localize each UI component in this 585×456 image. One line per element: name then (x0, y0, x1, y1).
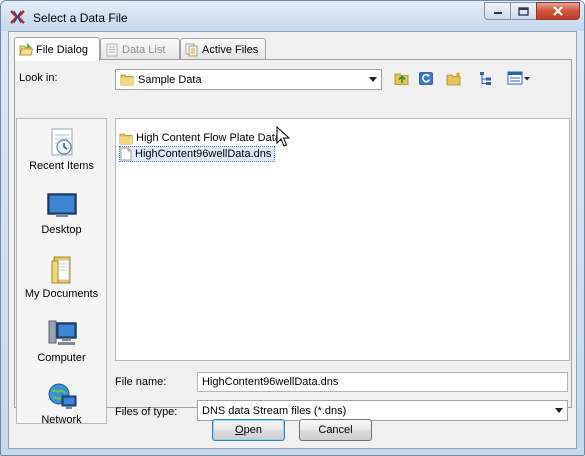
cancel-button[interactable]: Cancel (299, 419, 372, 441)
place-recent-items[interactable]: Recent Items (17, 127, 106, 189)
open-button-mnemonic: O (235, 424, 244, 436)
close-button[interactable] (536, 2, 580, 20)
file-type-label: Files of type: (115, 406, 178, 418)
list-item-file[interactable]: HighContent96wellData.dns (119, 146, 276, 162)
place-network-label: Network (41, 414, 82, 426)
file-dialog-panel: Look in: Sample Data Recent Items Deskto… (14, 59, 572, 426)
place-desktop-label: Desktop (41, 224, 82, 236)
active-files-icon (185, 43, 198, 56)
close-icon (553, 6, 563, 16)
my-documents-icon (51, 256, 70, 284)
minimize-button[interactable] (484, 2, 511, 20)
window-title: Select a Data File (33, 11, 128, 25)
file-type-dropdown[interactable]: DNS data Stream files (*.dns) (197, 400, 568, 421)
look-in-value: Sample Data (138, 73, 202, 86)
tab-active-files[interactable]: Active Files (180, 38, 266, 60)
folder-icon (119, 133, 133, 144)
place-computer[interactable]: Computer (17, 319, 106, 381)
tab-data-list[interactable]: Data List (100, 38, 180, 60)
file-name-value: HighContent96wellData.dns (202, 376, 339, 388)
place-my-documents-label: My Documents (24, 288, 99, 300)
cancel-button-label: Cancel (318, 424, 353, 436)
file-type-value: DNS data Stream files (*.dns) (202, 404, 347, 417)
places-bar: Recent Items Desktop My Documents Comput… (16, 118, 107, 426)
place-recent-items-label: Recent Items (29, 160, 94, 172)
tree-view-button[interactable] (476, 68, 496, 88)
tab-file-dialog[interactable]: File Dialog (14, 37, 100, 61)
file-type-arrow[interactable] (550, 401, 567, 420)
look-in-dropdown[interactable]: Sample Data (115, 69, 382, 90)
file-list[interactable]: High Content Flow Plate Data HighContent… (115, 118, 570, 361)
chevron-down-icon (368, 77, 377, 82)
list-page-icon (106, 43, 118, 56)
folder-up-icon (394, 73, 409, 85)
chevron-down-icon (554, 408, 563, 413)
folder-open-icon (19, 43, 33, 55)
file-name-input[interactable]: HighContent96wellData.dns (197, 372, 568, 392)
desktop-icon (46, 193, 77, 217)
app-icon (10, 10, 25, 24)
tab-active-files-label: Active Files (202, 43, 259, 56)
folder-icon (120, 74, 134, 86)
dialog-window: Select a Data File File Dialog Data List… (0, 0, 585, 456)
open-button[interactable]: Open (212, 419, 285, 441)
tab-file-dialog-label: File Dialog (36, 43, 88, 56)
list-item-folder[interactable]: High Content Flow Plate Data (119, 130, 284, 146)
computer-icon (48, 320, 77, 345)
place-computer-label: Computer (37, 352, 86, 364)
maximize-button[interactable] (510, 2, 537, 20)
mouse-cursor-icon (276, 126, 290, 147)
place-my-documents[interactable]: My Documents (17, 255, 106, 317)
maximize-icon (518, 6, 529, 16)
minimize-icon (493, 12, 502, 14)
list-item-label: HighContent96wellData.dns (135, 148, 272, 160)
file-name-label: File name: (115, 376, 167, 388)
place-desktop[interactable]: Desktop (17, 191, 106, 253)
refresh-icon (419, 71, 433, 85)
up-one-level-button[interactable] (392, 68, 412, 88)
look-in-label: Look in: (19, 72, 58, 84)
view-menu-button[interactable] (506, 68, 532, 88)
look-in-arrow[interactable] (364, 70, 381, 89)
details-view-icon (507, 71, 530, 85)
place-network[interactable]: Network (17, 381, 106, 443)
tab-data-list-label: Data List (122, 43, 166, 56)
tree-view-icon (480, 71, 491, 85)
new-folder-icon (446, 71, 461, 85)
title-bar[interactable]: Select a Data File (1, 1, 584, 31)
open-button-label: pen (243, 424, 262, 436)
list-item-label: High Content Flow Plate Data (136, 132, 281, 144)
new-folder-button[interactable] (444, 68, 464, 88)
refresh-button[interactable] (416, 68, 436, 88)
document-icon (120, 147, 132, 161)
network-icon (48, 383, 76, 409)
recent-items-icon (51, 128, 72, 156)
dialog-content: File Dialog Data List Active Files Look (8, 31, 577, 449)
